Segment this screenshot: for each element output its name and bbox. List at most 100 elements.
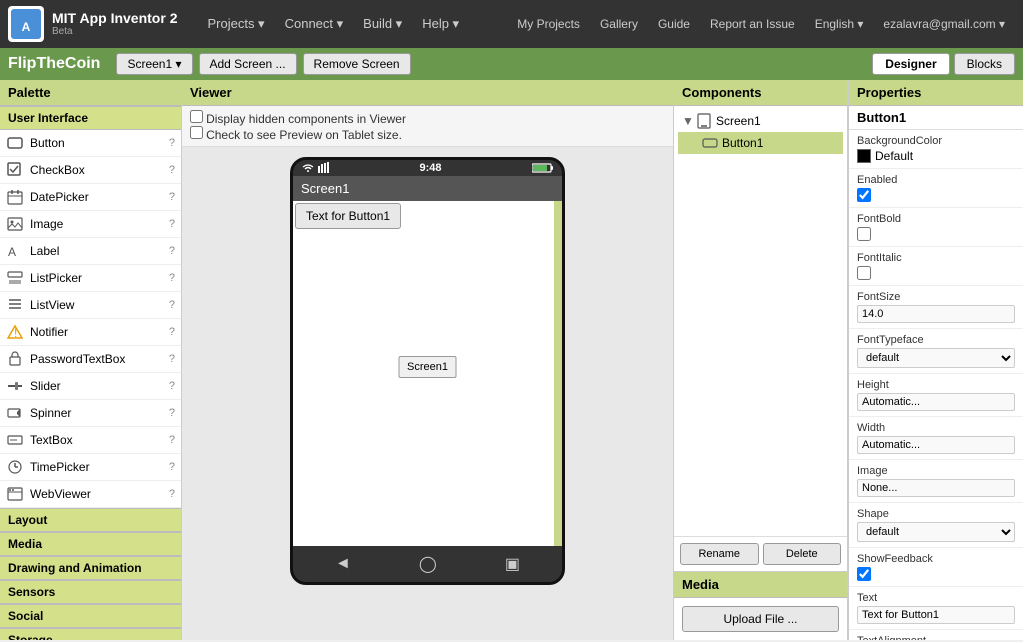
blocks-button[interactable]: Blocks xyxy=(954,53,1015,75)
color-swatch-black[interactable] xyxy=(857,149,871,163)
logo-area: A MIT App Inventor 2 Beta xyxy=(8,6,177,42)
components-title: Components xyxy=(674,80,847,106)
logo-text: MIT App Inventor 2 Beta xyxy=(52,10,177,39)
add-screen-button[interactable]: Add Screen ... xyxy=(199,53,297,75)
properties-title: Properties xyxy=(849,80,1023,106)
palette-item-notifier[interactable]: ! Notifier ? xyxy=(0,319,181,346)
palette-item-datepicker[interactable]: DatePicker ? xyxy=(0,184,181,211)
prop-width: Width xyxy=(849,417,1023,460)
palette-item-listpicker[interactable]: ListPicker ? xyxy=(0,265,181,292)
tablet-preview-checkbox[interactable] xyxy=(190,126,203,139)
notifier-icon: ! xyxy=(6,323,24,341)
remove-screen-button[interactable]: Remove Screen xyxy=(303,53,411,75)
svg-text:!: ! xyxy=(14,326,17,340)
label-icon: A xyxy=(6,242,24,260)
fonttypeface-select[interactable]: default serif sans-serif monospace xyxy=(857,348,1015,368)
spinner-icon xyxy=(6,404,24,422)
recent-button[interactable]: ▣ xyxy=(505,554,520,574)
palette-item-textbox[interactable]: TextBox ? xyxy=(0,427,181,454)
nav-help[interactable]: Help ▾ xyxy=(412,16,469,32)
fontbold-checkbox[interactable] xyxy=(857,227,871,241)
palette-item-timepicker[interactable]: TimePicker ? xyxy=(0,454,181,481)
rename-button[interactable]: Rename xyxy=(680,543,759,565)
viewer-title: Viewer xyxy=(182,80,673,106)
showfeedback-checkbox[interactable] xyxy=(857,567,871,581)
palette-item-listview[interactable]: ListView ? xyxy=(0,292,181,319)
palette-panel: Palette User Interface Button ? CheckBox… xyxy=(0,80,182,640)
upload-file-button[interactable]: Upload File ... xyxy=(682,606,839,632)
prop-fontitalic: FontItalic xyxy=(849,247,1023,286)
prop-enabled: Enabled xyxy=(849,169,1023,208)
screen1-icon xyxy=(696,113,712,129)
image-input[interactable] xyxy=(857,479,1015,497)
button1-preview[interactable]: Text for Button1 xyxy=(295,203,401,229)
phone-frame: 9:48 Screen1 Text for Button1 Screen1 ◄ … xyxy=(290,157,565,585)
image-icon xyxy=(6,215,24,233)
back-button[interactable]: ◄ xyxy=(335,555,351,573)
screen-bar: FlipTheCoin Screen1 ▾ Add Screen ... Rem… xyxy=(0,48,1023,80)
home-button[interactable]: ◯ xyxy=(419,554,437,574)
nav-report-issue[interactable]: Report an Issue xyxy=(700,17,805,31)
palette-section-sensors: Sensors xyxy=(0,580,181,604)
palette-item-image[interactable]: Image ? xyxy=(0,211,181,238)
phone-screen-title: Screen1 xyxy=(293,176,562,201)
nav-language[interactable]: English ▾ xyxy=(805,17,874,31)
prop-backgroundcolor: BackgroundColor Default xyxy=(849,130,1023,169)
tablet-preview-checkbox-label: Check to see Preview on Tablet size. xyxy=(190,126,665,142)
prop-fontbold: FontBold xyxy=(849,208,1023,247)
timepicker-icon xyxy=(6,458,24,476)
palette-item-slider[interactable]: Slider ? xyxy=(0,373,181,400)
properties-component-name: Button1 xyxy=(849,106,1023,130)
nav-my-projects[interactable]: My Projects xyxy=(507,17,590,31)
project-name: FlipTheCoin xyxy=(8,55,100,73)
nav-build[interactable]: Build ▾ xyxy=(353,16,412,32)
palette-item-spinner[interactable]: Spinner ? xyxy=(0,400,181,427)
listview-icon xyxy=(6,296,24,314)
hidden-components-checkbox[interactable] xyxy=(190,110,203,123)
palette-section-storage: Storage xyxy=(0,628,181,640)
nav-connect[interactable]: Connect ▾ xyxy=(275,16,354,32)
text-input[interactable] xyxy=(857,606,1015,624)
screen1-label[interactable]: Screen1 xyxy=(398,356,457,378)
tree-item-screen1[interactable]: ▼ Screen1 xyxy=(678,110,843,132)
palette-item-checkbox[interactable]: CheckBox ? xyxy=(0,157,181,184)
app-subtitle: Beta xyxy=(52,26,177,38)
shape-select[interactable]: default rounded rect oval xyxy=(857,522,1015,542)
phone-status-bar: 9:48 xyxy=(293,160,562,176)
nav-projects[interactable]: Projects ▾ xyxy=(197,16,274,32)
svg-text:A: A xyxy=(22,20,31,34)
nav-guide[interactable]: Guide xyxy=(648,17,700,31)
properties-panel: Properties Button1 BackgroundColor Defau… xyxy=(848,80,1023,640)
media-title: Media xyxy=(674,572,847,598)
viewer-canvas: 9:48 Screen1 Text for Button1 Screen1 ◄ … xyxy=(182,147,673,640)
enabled-checkbox[interactable] xyxy=(857,188,871,202)
fontsize-input[interactable] xyxy=(857,305,1015,323)
designer-button[interactable]: Designer xyxy=(872,53,949,75)
prop-height: Height xyxy=(849,374,1023,417)
prop-textalignment: TextAlignment xyxy=(849,630,1023,640)
delete-button[interactable]: Delete xyxy=(763,543,842,565)
palette-item-button[interactable]: Button ? xyxy=(0,130,181,157)
phone-content[interactable]: Text for Button1 Screen1 xyxy=(293,201,562,546)
prop-fonttypeface: FontTypeface default serif sans-serif mo… xyxy=(849,329,1023,374)
screen-selector[interactable]: Screen1 ▾ xyxy=(116,53,192,75)
hidden-components-checkbox-label: Display hidden components in Viewer xyxy=(190,110,665,126)
tree-item-button1[interactable]: Button1 xyxy=(678,132,843,154)
height-input[interactable] xyxy=(857,393,1015,411)
width-input[interactable] xyxy=(857,436,1015,454)
nav-gallery[interactable]: Gallery xyxy=(590,17,648,31)
components-tree: ▼ Screen1 Button1 xyxy=(674,106,847,536)
prop-text: Text xyxy=(849,587,1023,630)
palette-item-passwordtextbox[interactable]: PasswordTextBox ? xyxy=(0,346,181,373)
palette-section-layout: Layout xyxy=(0,508,181,532)
media-content: Upload File ... xyxy=(674,598,847,640)
palette-item-label[interactable]: A Label ? xyxy=(0,238,181,265)
screen1-label-text: Screen1 xyxy=(716,114,761,128)
fontitalic-checkbox[interactable] xyxy=(857,266,871,280)
phone-bottom-bar: ◄ ◯ ▣ xyxy=(293,546,562,582)
nav-user[interactable]: ezalavra@gmail.com ▾ xyxy=(873,17,1015,31)
top-navigation: A MIT App Inventor 2 Beta Projects ▾ Con… xyxy=(0,0,1023,48)
palette-item-webviewer[interactable]: WebViewer ? xyxy=(0,481,181,508)
button1-label-text: Button1 xyxy=(722,136,763,150)
prop-showfeedback: ShowFeedback xyxy=(849,548,1023,587)
